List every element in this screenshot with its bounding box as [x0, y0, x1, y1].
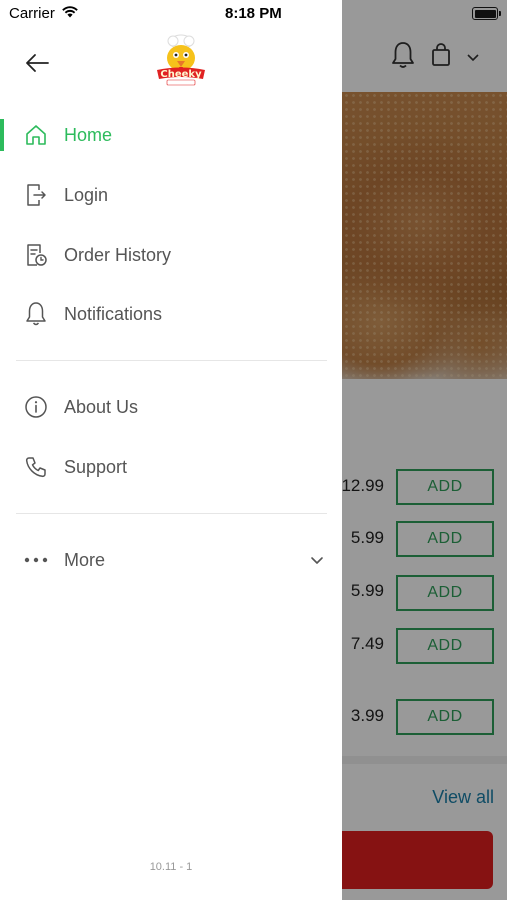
drawer-item-label: Support — [64, 456, 128, 477]
drawer-item-login[interactable]: Login — [0, 169, 342, 221]
phone-icon — [23, 454, 49, 480]
drawer-item-notifications[interactable]: Notifications — [0, 288, 342, 340]
svg-text:Cheeky: Cheeky — [160, 69, 202, 80]
drawer-header: Cheeky — [0, 30, 342, 96]
wifi-icon — [61, 5, 79, 22]
drawer-item-label: Login — [64, 184, 109, 205]
brand-logo: Cheeky — [153, 32, 209, 90]
navigation-drawer: Cheeky Home Login Order History Notifica… — [0, 0, 342, 900]
drawer-item-label: Order History — [64, 244, 172, 265]
status-time: 8:18 PM — [225, 5, 282, 22]
more-dots-icon — [23, 547, 49, 573]
bell-icon — [23, 301, 49, 327]
status-bar: Carrier 8:18 PM — [0, 0, 507, 28]
carrier-info: Carrier — [9, 5, 79, 22]
carrier-label: Carrier — [9, 5, 55, 22]
drawer-item-label: Home — [64, 124, 113, 145]
drawer-item-order-history[interactable]: Order History — [0, 229, 342, 281]
drawer-item-support[interactable]: Support — [0, 441, 342, 493]
drawer-item-label: About Us — [64, 396, 139, 417]
chevron-down-icon[interactable] — [308, 551, 326, 569]
back-arrow-icon[interactable] — [22, 50, 52, 76]
home-icon — [23, 122, 49, 148]
drawer-divider — [16, 360, 327, 361]
drawer-item-label: More — [64, 549, 106, 570]
drawer-divider — [16, 513, 327, 514]
login-icon — [23, 182, 49, 208]
drawer-item-more[interactable]: More — [0, 534, 342, 586]
drawer-item-home[interactable]: Home — [0, 109, 342, 161]
order-history-icon — [23, 242, 49, 268]
app-version: 10.11 - 1 — [149, 861, 193, 873]
drawer-item-about-us[interactable]: About Us — [0, 381, 342, 433]
drawer-item-label: Notifications — [64, 303, 163, 324]
info-icon — [23, 394, 49, 420]
battery-icon — [472, 7, 501, 20]
